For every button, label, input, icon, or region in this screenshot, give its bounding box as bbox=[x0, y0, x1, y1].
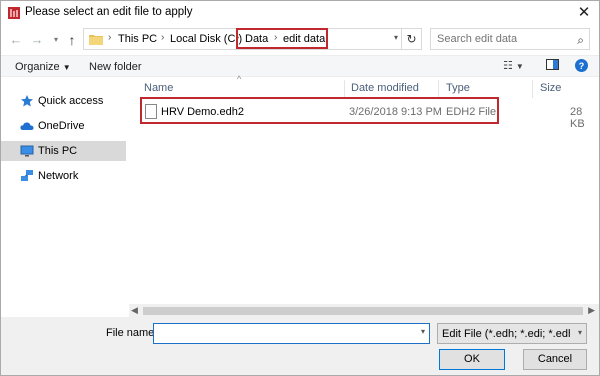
search-input[interactable] bbox=[437, 33, 567, 45]
file-type-filter-select[interactable]: Edit File (*.edh; *.edi; *.edh2; *.e ▾ bbox=[437, 323, 587, 344]
refresh-icon[interactable]: ↻ bbox=[402, 28, 422, 50]
column-header-date[interactable]: Date modified bbox=[351, 82, 419, 94]
chevron-down-icon: ▼ bbox=[62, 63, 71, 72]
file-name-input[interactable] bbox=[157, 326, 407, 341]
horizontal-scrollbar[interactable]: ◀ ▶ bbox=[129, 304, 599, 318]
title-bar: Please select an edit file to apply ✕ bbox=[1, 1, 599, 25]
column-header-name[interactable]: Name bbox=[144, 82, 173, 94]
file-type-filter-value: Edit File (*.edh; *.edi; *.edh2; *.e bbox=[442, 328, 570, 340]
organize-label: Organize bbox=[15, 61, 60, 73]
column-header-type[interactable]: Type bbox=[446, 82, 470, 94]
forward-arrow-icon[interactable]: → bbox=[28, 31, 46, 49]
cancel-button[interactable]: Cancel bbox=[523, 349, 587, 370]
breadcrumb-local-disk[interactable]: Local Disk (C:) bbox=[170, 33, 242, 45]
breadcrumb-this-pc[interactable]: This PC bbox=[118, 33, 157, 45]
sidebar-item-label: This PC bbox=[38, 145, 78, 157]
help-icon[interactable]: ? bbox=[575, 59, 588, 75]
file-name-label: File name: bbox=[106, 327, 158, 339]
sidebar-item-label: Network bbox=[38, 170, 79, 182]
sidebar-item-this-pc[interactable]: This PC bbox=[1, 141, 126, 161]
address-bar[interactable]: › This PC › Local Disk (C:) › Data › edi… bbox=[83, 28, 402, 50]
star-icon bbox=[21, 95, 33, 107]
folder-icon bbox=[89, 35, 103, 45]
view-options-icon[interactable]: ☷ ▼ bbox=[503, 59, 524, 72]
scroll-left-icon[interactable]: ◀ bbox=[131, 305, 138, 316]
column-divider[interactable] bbox=[344, 80, 345, 98]
column-divider[interactable] bbox=[532, 80, 533, 98]
close-icon[interactable]: ✕ bbox=[573, 3, 595, 23]
file-highlight-box bbox=[140, 97, 499, 124]
dialog-footer: File name: ▾ Edit File (*.edh; *.edi; *.… bbox=[1, 317, 599, 375]
breadcrumb-separator-icon: › bbox=[108, 32, 112, 43]
svg-text:?: ? bbox=[579, 61, 585, 71]
back-arrow-icon[interactable]: ← bbox=[7, 31, 25, 49]
app-icon bbox=[8, 7, 20, 19]
up-arrow-icon[interactable]: ↑ bbox=[63, 31, 81, 49]
chevron-down-icon: ▾ bbox=[577, 328, 582, 337]
ok-button[interactable]: OK bbox=[439, 349, 505, 370]
network-icon bbox=[21, 170, 33, 181]
new-folder-button[interactable]: New folder bbox=[89, 61, 142, 73]
command-toolbar: Organize ▼ New folder ☷ ▼ ? bbox=[1, 55, 599, 77]
address-row: ← → ▾ ↑ › This PC › Local Disk (C:) › Da… bbox=[1, 27, 599, 53]
chevron-down-icon[interactable]: ▾ bbox=[394, 33, 398, 42]
file-open-dialog: Please select an edit file to apply ✕ ← … bbox=[0, 0, 600, 376]
scrollbar-thumb[interactable] bbox=[143, 307, 583, 315]
sidebar-item-onedrive[interactable]: OneDrive bbox=[1, 116, 126, 136]
column-header-size[interactable]: Size bbox=[540, 82, 561, 94]
sort-ascending-icon: ^ bbox=[237, 74, 242, 84]
scroll-right-icon[interactable]: ▶ bbox=[588, 305, 595, 316]
file-list: ^ Name Date modified Type Size HRV Demo.… bbox=[129, 74, 599, 306]
search-box[interactable]: ⌕ bbox=[430, 28, 590, 50]
path-highlight-box bbox=[236, 28, 328, 49]
navigation-pane: Quick access OneDrive This PC Network bbox=[1, 78, 128, 308]
window-title: Please select an edit file to apply bbox=[25, 6, 193, 18]
computer-icon bbox=[20, 145, 34, 157]
sidebar-item-network[interactable]: Network bbox=[1, 166, 126, 186]
chevron-down-icon[interactable]: ▾ bbox=[421, 327, 425, 336]
organize-button[interactable]: Organize ▼ bbox=[15, 61, 71, 73]
column-divider[interactable] bbox=[438, 80, 439, 98]
sidebar-item-label: Quick access bbox=[38, 95, 104, 107]
preview-pane-icon[interactable] bbox=[546, 59, 559, 73]
search-icon[interactable]: ⌕ bbox=[577, 33, 584, 48]
breadcrumb-separator-icon: › bbox=[161, 32, 165, 43]
cloud-icon bbox=[20, 122, 34, 130]
sidebar-item-quick-access[interactable]: Quick access bbox=[1, 91, 126, 111]
sidebar-item-label: OneDrive bbox=[38, 120, 85, 132]
file-size: 28 KB bbox=[570, 106, 585, 130]
file-name-combobox[interactable]: ▾ bbox=[153, 323, 430, 344]
